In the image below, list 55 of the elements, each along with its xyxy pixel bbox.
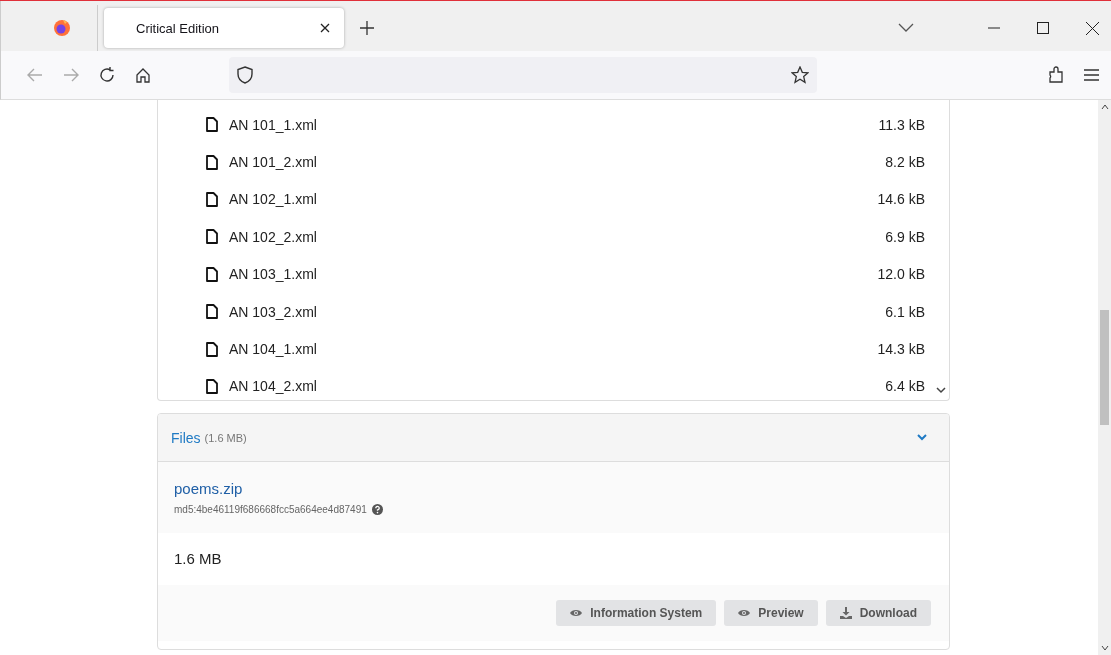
checksum: md5:4be46119f686668fcc5a664ee4d87491 bbox=[174, 504, 367, 515]
reload-icon[interactable] bbox=[99, 67, 115, 83]
file-size: 6.9 kB bbox=[885, 228, 925, 245]
file-name[interactable]: AN 103_1.xml bbox=[229, 266, 867, 283]
file-name[interactable]: AN 102_1.xml bbox=[229, 191, 867, 208]
file-icon bbox=[206, 266, 218, 282]
file-link[interactable]: poems.zip bbox=[174, 480, 243, 497]
home-icon[interactable] bbox=[135, 67, 151, 83]
file-icon bbox=[206, 191, 218, 207]
panel-size: (1.6 MB) bbox=[204, 431, 247, 444]
scroll-up-icon[interactable] bbox=[1100, 104, 1109, 110]
file-size: 6.1 kB bbox=[885, 303, 925, 320]
shield-icon[interactable] bbox=[237, 66, 253, 84]
file-size: 8.2 kB bbox=[885, 154, 925, 171]
star-icon[interactable] bbox=[791, 66, 809, 84]
help-icon[interactable] bbox=[371, 504, 383, 515]
panel-title[interactable]: Files bbox=[171, 429, 201, 446]
browser-tab[interactable]: Critical Edition bbox=[104, 8, 344, 48]
chevron-icon[interactable] bbox=[917, 434, 927, 441]
file-name[interactable]: AN 101_2.xml bbox=[229, 154, 875, 171]
browser-logo-icon[interactable] bbox=[53, 19, 71, 37]
file-icon bbox=[206, 304, 218, 320]
file-size: 1.6 MB bbox=[174, 550, 222, 567]
file-icon bbox=[206, 378, 218, 394]
file-name[interactable]: AN 103_2.xml bbox=[229, 303, 875, 320]
close-icon[interactable] bbox=[320, 23, 330, 33]
file-size: 14.6 kB bbox=[877, 191, 925, 208]
file-name[interactable]: AN 101_1.xml bbox=[229, 116, 868, 133]
file-icon bbox=[206, 117, 218, 133]
file-size: 14.3 kB bbox=[877, 341, 925, 358]
menu-icon[interactable] bbox=[1084, 69, 1099, 81]
file-name[interactable]: AN 102_2.xml bbox=[229, 228, 875, 245]
file-name[interactable]: AN 104_1.xml bbox=[229, 341, 867, 358]
file-icon bbox=[206, 341, 218, 357]
file-name[interactable]: AN 104_2.xml bbox=[229, 378, 875, 395]
panel-header[interactable]: Files (1.6 MB) bbox=[158, 414, 949, 462]
chevron-down-icon[interactable] bbox=[898, 23, 914, 33]
puzzle-icon[interactable] bbox=[1048, 66, 1064, 84]
download-icon bbox=[839, 607, 852, 619]
view-button[interactable]: Preview bbox=[724, 600, 818, 626]
eye-icon bbox=[570, 609, 583, 617]
scroll-down-icon[interactable] bbox=[1100, 645, 1109, 651]
scroll-down-icon[interactable] bbox=[936, 387, 946, 394]
view-button[interactable]: Information System bbox=[556, 600, 717, 626]
file-size: 6.4 kB bbox=[885, 378, 925, 395]
download-button[interactable]: Download bbox=[825, 600, 931, 626]
maximize-icon[interactable] bbox=[1037, 22, 1049, 34]
eye-icon bbox=[738, 609, 751, 617]
file-icon bbox=[206, 229, 218, 245]
file-size: 12.0 kB bbox=[877, 266, 925, 283]
file-size: 11.3 kB bbox=[878, 116, 925, 133]
file-icon bbox=[206, 154, 218, 170]
scrollbar-thumb[interactable] bbox=[1100, 310, 1109, 425]
close-icon[interactable] bbox=[1086, 21, 1099, 35]
new-tab-icon[interactable] bbox=[360, 21, 374, 35]
